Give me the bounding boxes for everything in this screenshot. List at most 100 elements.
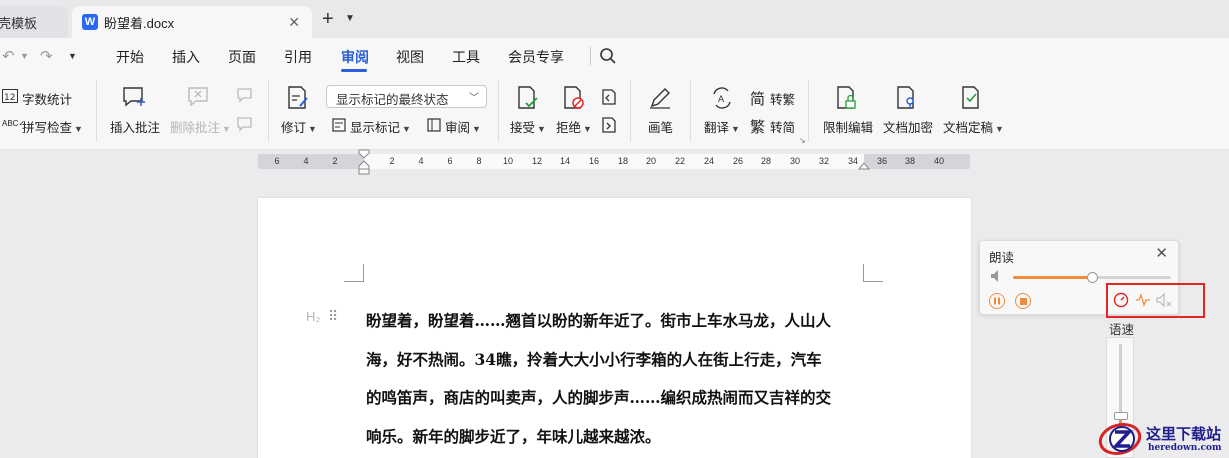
- horizontal-ruler[interactable]: 6 4 2 2 4 6 8 10 12 14 16 18 20 22 24 26…: [258, 149, 970, 175]
- ruler-tick: 38: [904, 156, 915, 166]
- document-paragraph[interactable]: 盼望着，盼望着……翘首以盼的新年近了。街市上车水马龙，人山人 海，好不热闹。34…: [366, 302, 871, 456]
- delete-comment-icon: [188, 87, 208, 107]
- show-markup-chevron-down-icon: ▼: [402, 124, 411, 134]
- ruler-tick: 16: [588, 156, 599, 166]
- menu-member[interactable]: 会员专享: [508, 47, 564, 67]
- read-aloud-close-icon[interactable]: ✕: [1155, 244, 1168, 262]
- tab-active-document[interactable]: W 盼望着.docx ✕: [72, 6, 312, 38]
- new-tab-chevron-down-icon[interactable]: ▼: [345, 13, 355, 24]
- to-traditional-button[interactable]: 转繁: [770, 89, 795, 108]
- menu-page[interactable]: 页面: [228, 47, 256, 67]
- markup-display-select[interactable]: 显示标记的最终状态 ﹀: [326, 85, 487, 108]
- reject-change-button[interactable]: 拒绝 ▼: [556, 117, 592, 136]
- ribbon-divider: [690, 80, 691, 142]
- next-comment-icon[interactable]: [237, 117, 255, 133]
- finalize-document-label: 文档定稿: [943, 121, 994, 135]
- first-line-indent-marker[interactable]: [358, 149, 370, 175]
- site-watermark: 这里下载站 heredown.com: [1098, 419, 1229, 458]
- redo-icon[interactable]: ↷: [40, 47, 53, 65]
- svg-text:A: A: [718, 95, 725, 105]
- accept-chevron-down-icon: ▼: [537, 124, 546, 134]
- tab-previous-document[interactable]: 壳模板: [0, 6, 68, 38]
- read-aloud-title: 朗读: [989, 251, 1015, 265]
- previous-comment-icon[interactable]: [237, 88, 255, 104]
- show-markup-button[interactable]: 显示标记 ▼: [350, 117, 411, 136]
- spell-check-chevron-down-icon: ▼: [74, 124, 83, 134]
- ribbon-divider: [268, 80, 269, 142]
- accept-change-button[interactable]: 接受 ▼: [510, 117, 546, 136]
- track-changes-button[interactable]: 修订 ▼: [281, 117, 317, 136]
- stop-button[interactable]: [1015, 293, 1031, 309]
- menu-review[interactable]: 审阅: [341, 47, 369, 67]
- review-pane-button[interactable]: 审阅 ▼: [445, 117, 481, 136]
- menu-references[interactable]: 引用: [284, 47, 312, 67]
- traditional-chinese-icon: 简: [750, 91, 766, 108]
- new-tab-icon[interactable]: +: [322, 9, 334, 29]
- insert-comment-button[interactable]: 插入批注: [110, 117, 160, 136]
- review-ribbon: 12 字数统计 ABC✓ 拼写检查 ▼ 插入批注 删除批注 ▼ 修订 ▼ 显示标记的最…: [0, 74, 1229, 150]
- menu-tools[interactable]: 工具: [452, 47, 480, 67]
- pause-icon: [994, 297, 1000, 305]
- document-page[interactable]: H₂ ⠿ 盼望着，盼望着……翘首以盼的新年近了。街市上车水马龙，人山人 海，好不…: [258, 198, 971, 458]
- delete-comment-chevron-down-icon: ▼: [222, 124, 231, 134]
- menu-insert[interactable]: 插入: [172, 47, 200, 67]
- accept-change-label: 接受: [510, 121, 536, 135]
- ruler-tick: 30: [789, 156, 800, 166]
- right-indent-marker[interactable]: [858, 161, 870, 171]
- block-drag-handle-icon[interactable]: ⠿: [328, 308, 338, 325]
- ribbon-divider: [808, 80, 809, 142]
- ruler-tick: 32: [818, 156, 829, 166]
- ribbon-divider: [630, 80, 631, 142]
- previous-change-icon[interactable]: [600, 88, 618, 106]
- ruler-tick: 4: [418, 156, 424, 166]
- pen-button[interactable]: 画笔: [648, 117, 673, 136]
- svg-text:12: 12: [4, 93, 15, 103]
- ribbon-divider: [96, 80, 97, 142]
- word-count-icon: 12: [2, 89, 18, 103]
- title-bar: 壳模板 W 盼望着.docx ✕ + ▼: [0, 0, 1229, 38]
- encrypt-document-button[interactable]: 文档加密: [883, 117, 933, 136]
- heading-level-marker: H₂: [306, 309, 321, 324]
- search-icon[interactable]: [599, 47, 617, 65]
- tab-active-label: 盼望着.docx: [104, 15, 175, 31]
- menu-home[interactable]: 开始: [116, 47, 144, 67]
- highlight-annotation-box: [1106, 283, 1205, 318]
- tab-close-icon[interactable]: ✕: [288, 14, 300, 31]
- undo-chevron-down-icon[interactable]: ▼: [20, 51, 29, 61]
- review-pane-label: 审阅: [445, 121, 471, 135]
- menu-view[interactable]: 视图: [396, 47, 424, 67]
- watermark-url: heredown.com: [1148, 443, 1222, 453]
- translate-icon: A: [713, 87, 731, 109]
- spell-check-button[interactable]: 拼写检查 ▼: [22, 117, 83, 136]
- finalize-document-button[interactable]: 文档定稿 ▼: [943, 117, 1004, 136]
- dialog-launcher-icon[interactable]: ↘: [799, 136, 806, 145]
- spell-check-label: 拼写检查: [22, 121, 73, 135]
- volume-slider-handle[interactable]: [1087, 272, 1098, 283]
- paragraph-line: 的鸣笛声，商店的叫卖声，人的脚步声……编织成热闹而又吉祥的交: [366, 388, 832, 407]
- ribbon-divider: [498, 80, 499, 142]
- next-change-icon[interactable]: [600, 116, 618, 134]
- wps-writer-icon: W: [82, 14, 98, 30]
- ruler-tick: 10: [502, 156, 513, 166]
- margin-corner-right: [863, 264, 883, 282]
- restrict-editing-button[interactable]: 限制编辑: [823, 117, 873, 136]
- accept-change-icon: [518, 86, 538, 109]
- undo-icon[interactable]: ↶: [2, 47, 15, 65]
- paragraph-line: 海，好不热闹。34瞧，拎着大大小小行李箱的人在街上行走，汽车: [366, 349, 822, 369]
- track-changes-icon: [288, 86, 308, 109]
- pause-button[interactable]: [989, 293, 1005, 309]
- quick-access-chevron-down-icon[interactable]: ▼: [68, 51, 77, 61]
- review-pane-icon: [427, 118, 441, 132]
- volume-slider[interactable]: [1013, 272, 1171, 283]
- ruler-tick: 26: [732, 156, 743, 166]
- to-simplified-button[interactable]: 转简: [770, 117, 795, 136]
- ruler-tick: 22: [674, 156, 685, 166]
- translate-button[interactable]: 翻译 ▼: [704, 117, 740, 136]
- word-count-button[interactable]: 字数统计: [22, 89, 72, 108]
- volume-slider-fill: [1013, 276, 1092, 279]
- delete-comment-label: 删除批注: [170, 121, 221, 135]
- translate-chevron-down-icon: ▼: [731, 124, 740, 134]
- restrict-editing-icon: [837, 86, 856, 109]
- menu-bar: ↶ ▼ ↷ ▼ 开始 插入 页面 引用 审阅 视图 工具 会员专享: [0, 38, 1229, 74]
- delete-comment-button[interactable]: 删除批注 ▼: [170, 117, 231, 136]
